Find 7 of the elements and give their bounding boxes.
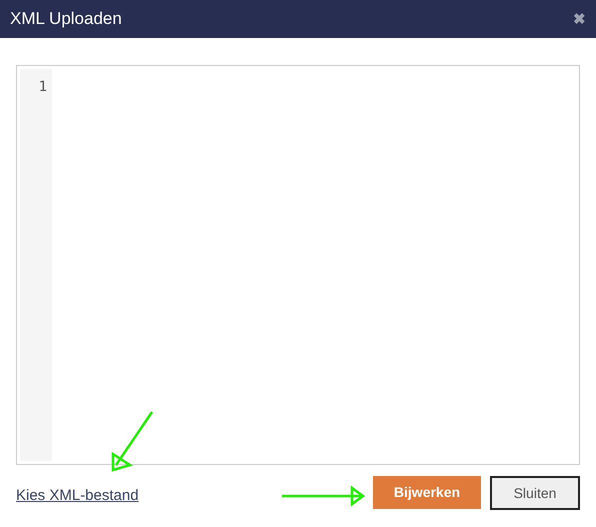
code-editor[interactable]: 1 (16, 65, 580, 465)
close-dialog-button[interactable]: Sluiten (490, 476, 580, 510)
close-button[interactable]: ✖ (573, 12, 586, 26)
choose-file-link[interactable]: Kies XML-bestand (16, 484, 139, 508)
window-title: XML Uploaden (10, 8, 122, 30)
annotation-arrow (112, 411, 154, 472)
line-number: 1 (38, 78, 47, 97)
